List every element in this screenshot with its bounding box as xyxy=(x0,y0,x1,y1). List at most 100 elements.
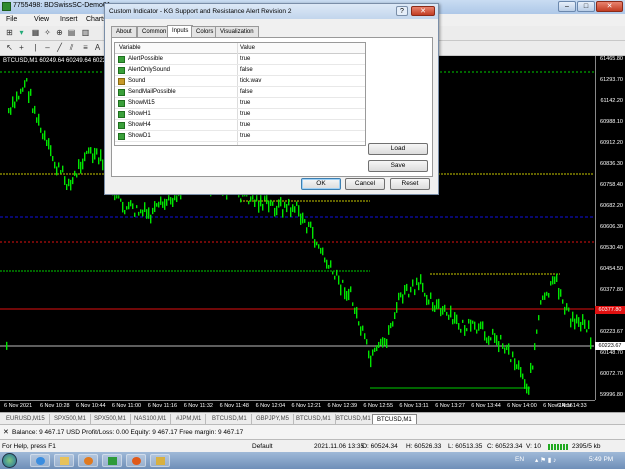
channel-icon[interactable]: ⫽ xyxy=(66,43,77,53)
chart-tab[interactable]: BTCUSD,M1 xyxy=(332,414,376,424)
start-button[interactable] xyxy=(2,453,17,468)
data-window-icon[interactable]: ⊕ xyxy=(54,28,65,38)
mt4-icon[interactable] xyxy=(102,454,122,467)
input-row[interactable]: AlertPossible true xyxy=(115,54,365,65)
tab-about[interactable]: About xyxy=(111,26,137,37)
input-row[interactable]: ShowH1 true xyxy=(115,109,365,120)
chart-tab[interactable]: BTCUSD,M1 xyxy=(372,414,417,424)
status-help: For Help, press F1 xyxy=(2,443,56,450)
explorer-icon[interactable] xyxy=(150,454,170,467)
input-value[interactable]: true xyxy=(240,56,250,62)
load-button[interactable]: Load xyxy=(368,143,428,155)
candle xyxy=(64,176,66,185)
tab-inputs[interactable]: Inputs xyxy=(167,25,194,37)
candle xyxy=(66,184,68,191)
candle xyxy=(132,203,134,210)
save-button[interactable]: Save xyxy=(368,160,428,172)
price-tag-current: 60223.67 xyxy=(595,342,625,350)
tester-icon[interactable]: ▥ xyxy=(80,28,91,38)
input-row[interactable]: ShowH4 true xyxy=(115,120,365,131)
candle xyxy=(28,91,30,104)
candle xyxy=(124,209,126,215)
minimize-button[interactable]: – xyxy=(558,1,576,12)
dialog-close-button[interactable]: ✕ xyxy=(411,6,435,16)
menu-insert[interactable]: Insert xyxy=(60,16,78,23)
ie-icon[interactable] xyxy=(30,454,50,467)
input-row[interactable]: ShowD1 true xyxy=(115,131,365,142)
market-watch-icon[interactable]: ▦ xyxy=(30,28,41,38)
cursor-icon[interactable]: ↖ xyxy=(4,43,15,53)
candle xyxy=(576,314,578,324)
reset-button[interactable]: Reset xyxy=(390,178,430,190)
candle xyxy=(418,282,420,291)
candle xyxy=(158,201,160,208)
candle xyxy=(430,292,432,299)
cancel-button[interactable]: Cancel xyxy=(345,178,385,190)
candle xyxy=(138,211,140,216)
candle xyxy=(338,275,340,285)
terminal-icon[interactable]: ▤ xyxy=(66,28,77,38)
candle xyxy=(388,325,390,335)
chart-tab[interactable]: #JPM,M1 xyxy=(172,414,207,424)
chart-tab[interactable]: BTCUSD,M1 xyxy=(208,414,252,424)
input-value[interactable]: true xyxy=(240,133,250,139)
firefox-icon[interactable] xyxy=(126,454,146,467)
input-value[interactable]: true xyxy=(240,122,250,128)
crosshair-icon[interactable]: + xyxy=(16,43,27,53)
chart-tab[interactable]: SPX500,M1 xyxy=(90,414,132,424)
chart-tab[interactable]: SPX500,M1 xyxy=(50,414,92,424)
fibonacci-icon[interactable]: ≡ xyxy=(80,43,91,53)
chart-tab[interactable]: BTCUSD,M1 xyxy=(292,414,336,424)
candle xyxy=(332,271,334,275)
menu-view[interactable]: View xyxy=(34,16,49,23)
terminal-close-button[interactable]: ✕ xyxy=(3,428,9,436)
column-variable[interactable]: Variable xyxy=(119,45,141,51)
navigator-icon[interactable]: ✧ xyxy=(42,28,53,38)
time-axis[interactable]: 6 Nov 2021 6 Nov 10:28 6 Nov 10:44 6 Nov 11… xyxy=(0,400,595,412)
candle xyxy=(260,194,262,207)
candle xyxy=(590,337,592,350)
candle xyxy=(44,130,46,141)
media-player-icon[interactable] xyxy=(78,454,98,467)
dialog-help-button[interactable]: ? xyxy=(396,6,408,16)
candle xyxy=(166,198,168,206)
price-tick-label: 61142.20 xyxy=(600,98,623,104)
chart-tab[interactable]: NAS100,M1 xyxy=(130,414,172,424)
candle xyxy=(96,148,98,155)
candle xyxy=(92,153,94,164)
tray-icons[interactable]: ▴ ⚑ ▮ ♪ xyxy=(535,456,556,464)
horizontal-line-icon[interactable]: – xyxy=(42,43,53,53)
tab-visualization[interactable]: Visualization xyxy=(215,26,259,37)
candle xyxy=(334,275,336,280)
chart-tab[interactable]: EURUSD,M15 xyxy=(2,414,50,424)
profiles-icon[interactable]: ▾ xyxy=(16,28,27,38)
price-tick-label: 60912.20 xyxy=(600,140,623,146)
price-axis[interactable]: 61465.80 61293.70 61142.20 60988.10 60912.20… xyxy=(595,56,625,400)
clock[interactable]: 5:49 PM xyxy=(589,456,613,463)
input-value[interactable]: true xyxy=(240,100,250,106)
text-tool-icon[interactable]: A xyxy=(92,43,103,53)
new-chart-icon[interactable]: ⊞ xyxy=(4,28,15,38)
close-button[interactable]: ✕ xyxy=(596,1,623,12)
menu-file[interactable]: File xyxy=(6,16,17,23)
connection-icon xyxy=(548,444,568,450)
input-row[interactable]: ShowM15 true xyxy=(115,98,365,109)
input-row[interactable]: Sound tick.wav xyxy=(115,76,365,87)
input-row[interactable]: AlertOnlySound false xyxy=(115,65,365,76)
chart-tab[interactable]: GBPJPY,M5 xyxy=(252,414,294,424)
input-value[interactable]: false xyxy=(240,89,253,95)
candle xyxy=(352,302,354,306)
maximize-button[interactable]: □ xyxy=(577,1,595,12)
input-value[interactable]: tick.wav xyxy=(240,78,261,84)
column-value[interactable]: Value xyxy=(240,45,255,51)
trendline-icon[interactable]: ╱ xyxy=(54,43,65,53)
input-value[interactable]: true xyxy=(240,111,250,117)
language-indicator[interactable]: EN xyxy=(515,456,524,463)
input-row[interactable]: SendMailPossible false xyxy=(115,87,365,98)
candle xyxy=(284,201,286,208)
folder-icon[interactable] xyxy=(54,454,74,467)
input-value[interactable]: false xyxy=(240,67,253,73)
ok-button[interactable]: OK xyxy=(301,178,341,190)
vertical-line-icon[interactable]: | xyxy=(30,43,41,53)
candle xyxy=(340,284,342,296)
